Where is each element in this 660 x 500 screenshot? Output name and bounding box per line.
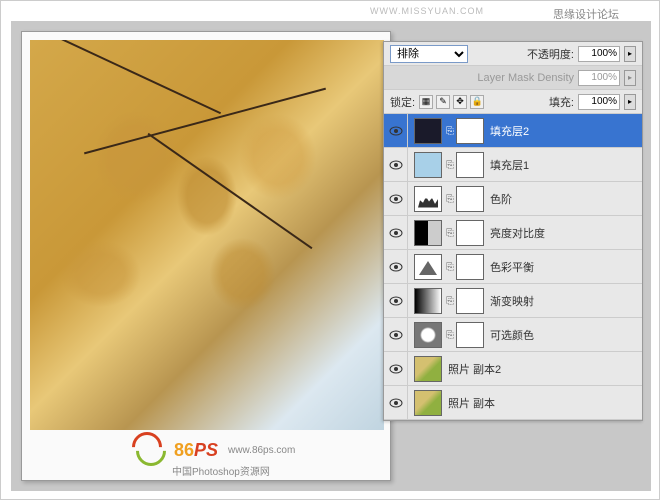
layer-name[interactable]: 色彩平衡 <box>484 259 534 275</box>
fill-input[interactable] <box>578 94 620 110</box>
fill-label: 填充: <box>549 94 574 110</box>
layer-row[interactable]: ⎘ 亮度对比度 <box>384 216 642 250</box>
layer-row[interactable]: ⎘ 填充层1 <box>384 148 642 182</box>
mask-thumbnail[interactable] <box>456 186 484 212</box>
lock-icon-group: ▦ ✎ ✥ 🔒 <box>419 95 484 109</box>
header-url: WWW.MISSYUAN.COM <box>370 6 484 16</box>
mask-thumbnail[interactable] <box>456 118 484 144</box>
eye-icon <box>389 296 403 306</box>
opacity-label: 不透明度: <box>527 46 574 62</box>
layer-name[interactable]: 亮度对比度 <box>484 225 545 241</box>
layer-thumbnail[interactable] <box>414 220 442 246</box>
lock-label: 锁定: <box>390 94 415 110</box>
eye-icon <box>389 228 403 238</box>
layer-thumbnail[interactable] <box>414 356 442 382</box>
layer-thumbnail[interactable] <box>414 186 442 212</box>
opacity-arrow-icon[interactable]: ▸ <box>624 46 636 62</box>
layer-row[interactable]: ⎘ 填充层2 <box>384 114 642 148</box>
blend-mode-dropdown[interactable]: 排除 <box>390 45 468 63</box>
visibility-toggle[interactable] <box>384 284 408 317</box>
watermark-subtitle: 中国Photoshop资源网 <box>172 463 270 478</box>
eye-icon <box>389 398 403 408</box>
lock-transparency-icon[interactable]: ▦ <box>419 95 433 109</box>
layer-name[interactable]: 照片 副本 <box>442 395 495 411</box>
layer-row[interactable]: ⎘ 色彩平衡 <box>384 250 642 284</box>
lock-fill-row: 锁定: ▦ ✎ ✥ 🔒 填充: ▸ <box>384 90 642 114</box>
link-icon: ⎘ <box>446 194 452 204</box>
layer-row[interactable]: ⎘ 色阶 <box>384 182 642 216</box>
eye-icon <box>389 364 403 374</box>
link-icon: ⎘ <box>446 160 452 170</box>
document-image <box>30 40 384 430</box>
link-icon: ⎘ <box>446 330 452 340</box>
forum-name: 思缘设计论坛 <box>553 6 619 22</box>
mask-density-row: Layer Mask Density ▸ <box>384 66 642 90</box>
mask-thumbnail[interactable] <box>456 288 484 314</box>
visibility-toggle[interactable] <box>384 318 408 351</box>
layer-row[interactable]: ⎘ 可选颜色 <box>384 318 642 352</box>
logo-swirl-icon <box>132 432 168 468</box>
visibility-toggle[interactable] <box>384 182 408 215</box>
layer-name[interactable]: 填充层2 <box>484 123 529 139</box>
canvas-workspace: 86PS www.86ps.com 中国Photoshop资源网 排除 不透明度… <box>11 21 651 491</box>
mask-thumbnail[interactable] <box>456 254 484 280</box>
layer-thumbnail[interactable] <box>414 118 442 144</box>
visibility-toggle[interactable] <box>384 352 408 385</box>
layer-list: ⎘ 填充层2 ⎘ 填充层1 ⎘ <box>384 114 642 420</box>
visibility-toggle[interactable] <box>384 216 408 249</box>
opacity-input[interactable] <box>578 46 620 62</box>
document-frame[interactable]: 86PS www.86ps.com 中国Photoshop资源网 <box>21 31 391 481</box>
mask-thumbnail[interactable] <box>456 322 484 348</box>
link-icon: ⎘ <box>446 296 452 306</box>
layer-thumbnail[interactable] <box>414 288 442 314</box>
lock-all-icon[interactable]: 🔒 <box>470 95 484 109</box>
eye-icon <box>389 330 403 340</box>
leaf-texture <box>30 40 384 430</box>
mask-density-arrow-icon: ▸ <box>624 70 636 86</box>
layer-thumbnail[interactable] <box>414 254 442 280</box>
layer-row[interactable]: 照片 副本 <box>384 386 642 420</box>
lock-position-icon[interactable]: ✥ <box>453 95 467 109</box>
mask-thumbnail[interactable] <box>456 152 484 178</box>
layer-thumbnail[interactable] <box>414 322 442 348</box>
layer-name[interactable]: 可选颜色 <box>484 327 534 343</box>
eye-icon <box>389 194 403 204</box>
lock-pixels-icon[interactable]: ✎ <box>436 95 450 109</box>
layer-name[interactable]: 渐变映射 <box>484 293 534 309</box>
eye-icon <box>389 126 403 136</box>
layer-thumbnail[interactable] <box>414 152 442 178</box>
layer-row[interactable]: ⎘ 渐变映射 <box>384 284 642 318</box>
visibility-toggle[interactable] <box>384 386 408 419</box>
layer-thumbnail[interactable] <box>414 390 442 416</box>
link-icon: ⎘ <box>446 228 452 238</box>
watermark-url: www.86ps.com <box>228 445 295 456</box>
layers-panel: 排除 不透明度: ▸ Layer Mask Density ▸ 锁定: ▦ ✎ … <box>383 41 643 421</box>
eye-icon <box>389 262 403 272</box>
layer-name[interactable]: 照片 副本2 <box>442 361 501 377</box>
visibility-toggle[interactable] <box>384 114 408 147</box>
layer-row[interactable]: 照片 副本2 <box>384 352 642 386</box>
visibility-toggle[interactable] <box>384 250 408 283</box>
mask-density-input <box>578 70 620 86</box>
blend-opacity-row: 排除 不透明度: ▸ <box>384 42 642 66</box>
mask-density-label: Layer Mask Density <box>477 72 574 84</box>
link-icon: ⎘ <box>446 126 452 136</box>
logo-text: 86PS <box>174 440 218 461</box>
eye-icon <box>389 160 403 170</box>
mask-thumbnail[interactable] <box>456 220 484 246</box>
fill-arrow-icon[interactable]: ▸ <box>624 94 636 110</box>
layer-name[interactable]: 色阶 <box>484 191 512 207</box>
link-icon: ⎘ <box>446 262 452 272</box>
layer-name[interactable]: 填充层1 <box>484 157 529 173</box>
visibility-toggle[interactable] <box>384 148 408 181</box>
